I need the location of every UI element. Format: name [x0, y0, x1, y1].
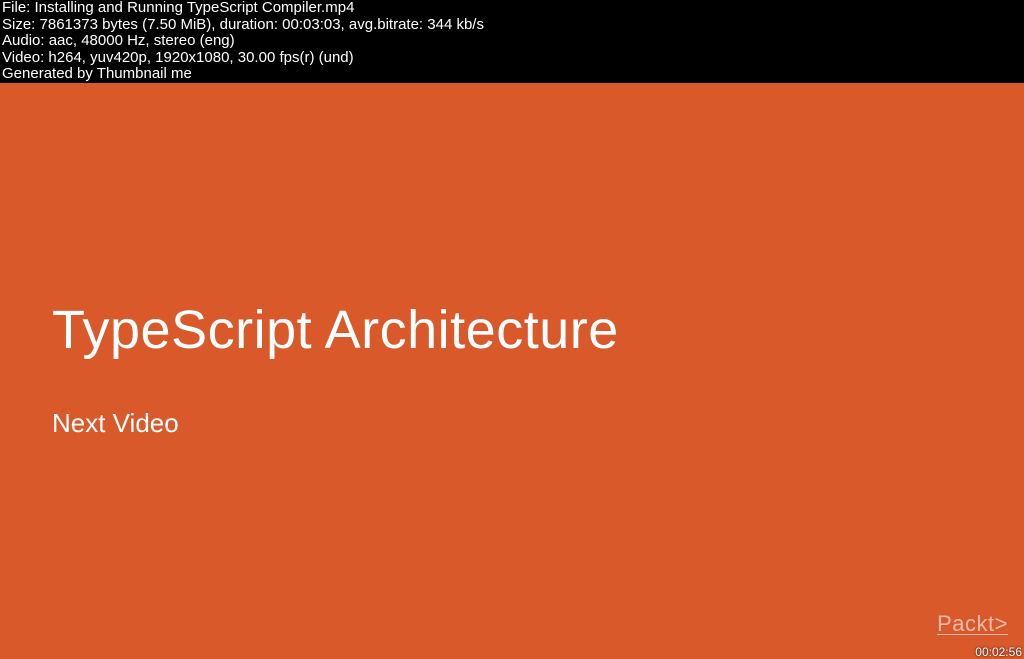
timestamp-label: 00:02:56: [975, 645, 1022, 659]
file-line: File: Installing and Running TypeScript …: [2, 0, 1022, 17]
video-thumbnail-slide: TypeScript Architecture Next Video Packt…: [0, 83, 1024, 659]
metadata-header: File: Installing and Running TypeScript …: [0, 0, 1024, 83]
video-line: Video: h264, yuv420p, 1920x1080, 30.00 f…: [2, 50, 1022, 67]
audio-line: Audio: aac, 48000 Hz, stereo (eng): [2, 33, 1022, 50]
brand-logo: Packt>: [937, 611, 1008, 637]
slide-content: TypeScript Architecture Next Video: [52, 301, 619, 439]
slide-subtitle: Next Video: [52, 408, 619, 439]
generated-line: Generated by Thumbnail me: [2, 66, 1022, 83]
size-line: Size: 7861373 bytes (7.50 MiB), duration…: [2, 17, 1022, 34]
slide-title: TypeScript Architecture: [52, 301, 619, 360]
